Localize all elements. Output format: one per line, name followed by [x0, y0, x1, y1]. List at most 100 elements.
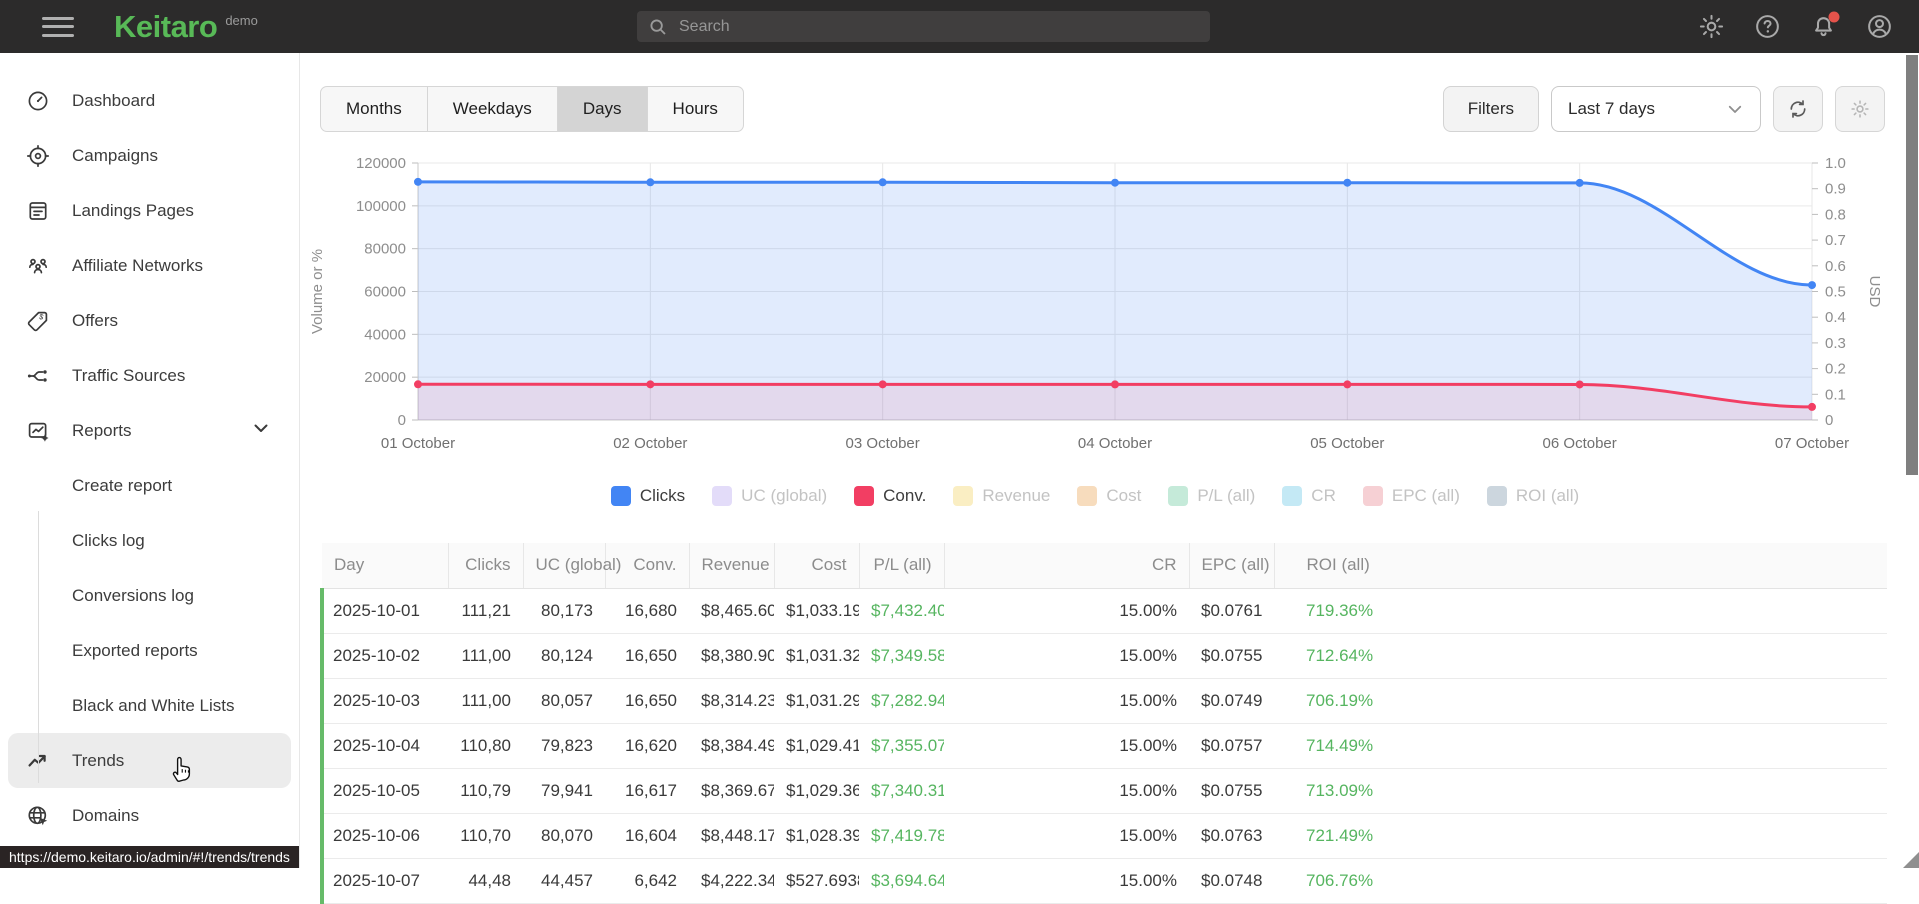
search-input[interactable] — [679, 17, 1200, 36]
cell-roi-all: 713.09% — [1274, 768, 1887, 814]
cell-revenue: $8,314.23 — [689, 678, 774, 724]
svg-text:20000: 20000 — [364, 369, 406, 386]
legend-item-roi-all[interactable]: ROI (all) — [1486, 486, 1580, 506]
notifications-icon[interactable] — [1810, 11, 1840, 40]
settings-icon[interactable] — [1698, 13, 1725, 40]
table-row[interactable]: 2025-10-05 110,79 79,941 16,617 $8,369.67 $1,… — [320, 768, 1887, 814]
date-range-value: Last 7 days — [1568, 99, 1655, 118]
sidebar-item-exported-reports[interactable]: Exported reports — [0, 623, 299, 678]
table-row[interactable]: 2025-10-04 110,80 79,823 16,620 $8,384.49 $1,… — [320, 723, 1887, 769]
legend-item-p-l-all[interactable]: P/L (all) — [1168, 486, 1255, 506]
help-icon[interactable] — [1754, 13, 1781, 40]
brand-logo[interactable]: Keitaro — [114, 9, 218, 45]
cell-epc-all: $0.0761 — [1189, 588, 1274, 634]
legend-label: Clicks — [639, 486, 686, 505]
legend-item-revenue[interactable]: Revenue — [953, 486, 1050, 506]
svg-text:80000: 80000 — [364, 241, 406, 258]
cell-revenue: $8,448.17 — [689, 813, 774, 859]
cell-roi-all: 719.36% — [1274, 588, 1887, 634]
legend-item-cr[interactable]: CR — [1282, 486, 1336, 506]
cell-conv: 6,642 — [605, 858, 689, 904]
column-header-cost[interactable]: Cost — [773, 543, 859, 589]
sidebar-item-clicks-log[interactable]: Clicks log — [0, 513, 299, 568]
sidebar-item-reports[interactable]: Reports — [0, 403, 299, 458]
sidebar-item-conversions-log[interactable]: Conversions log — [0, 568, 299, 623]
cell-cost: $1,033.1989 — [774, 588, 859, 634]
legend-swatch — [1362, 486, 1383, 506]
sidebar-item-domains[interactable]: Domains — [0, 788, 299, 843]
svg-text:60000: 60000 — [364, 284, 406, 301]
sidebar-item-label: Landings Pages — [72, 200, 194, 220]
menu-toggle-icon[interactable] — [42, 16, 74, 37]
table-row[interactable]: 2025-10-06 110,70 80,070 16,604 $8,448.17 $1,… — [320, 813, 1887, 859]
cell-p-l-all: $7,340.31 — [859, 768, 944, 814]
cell-day: 2025-10-02 — [320, 633, 448, 679]
column-header-epc-all[interactable]: EPC (all) — [1188, 543, 1274, 589]
column-header-day[interactable]: Day — [322, 543, 448, 589]
legend-item-epc-all[interactable]: EPC (all) — [1362, 486, 1460, 506]
svg-text:40000: 40000 — [364, 326, 406, 343]
gear-icon — [1851, 100, 1869, 118]
legend-swatch — [712, 486, 733, 506]
sidebar-item-label: Black and White Lists — [72, 695, 235, 715]
cell-conv: 16,680 — [605, 588, 689, 634]
sidebar-item-trends[interactable]: Trends — [8, 733, 291, 788]
sidebar-item-black-and-white-lists[interactable]: Black and White Lists — [0, 678, 299, 733]
column-header-clicks[interactable]: Clicks — [447, 543, 523, 589]
reports-submenu-indent-line — [38, 511, 39, 783]
column-header-uc-global[interactable]: UC (global) — [522, 543, 621, 589]
column-header-p-l-all[interactable]: P/L (all) — [858, 543, 944, 589]
statusbar-url: https://demo.keitaro.io/admin/#!/trends/… — [9, 849, 290, 865]
sidebar-item-affiliate-networks[interactable]: Affiliate Networks — [0, 238, 299, 293]
vertical-scrollbar[interactable] — [1906, 55, 1918, 475]
cell-p-l-all: $7,355.07 — [859, 723, 944, 769]
cell-epc-all: $0.0748 — [1189, 858, 1274, 904]
pages-icon — [29, 201, 47, 220]
main-content: Months Weekdays Days Hours Filters Last 7 d… — [300, 53, 1919, 904]
cell-roi-all: 714.49% — [1274, 723, 1887, 769]
sidebar-item-campaigns[interactable]: Campaigns — [0, 128, 299, 183]
sidebar-item-label: Campaigns — [72, 145, 158, 165]
table-row[interactable]: 2025-10-02 111,00 80,124 16,650 $8,380.90 $1,… — [320, 633, 1887, 679]
cell-clicks: 110,70 — [448, 813, 523, 859]
cell-conv: 16,620 — [605, 723, 689, 769]
notification-dot — [1828, 11, 1840, 23]
legend-label: EPC (all) — [1391, 486, 1460, 505]
svg-text:0: 0 — [1825, 412, 1833, 429]
svg-text:1.0: 1.0 — [1825, 155, 1846, 172]
sidebar-item-dashboard[interactable]: Dashboard — [0, 73, 299, 128]
table-row[interactable]: 2025-10-03 111,00 80,057 16,650 $8,314.23 $1,… — [320, 678, 1887, 724]
legend-item-conv[interactable]: Conv. — [854, 486, 926, 506]
column-header-cr[interactable]: CR — [943, 543, 1189, 589]
sidebar-item-label: Reports — [72, 420, 132, 440]
cell-epc-all: $0.0749 — [1189, 678, 1274, 724]
sidebar-item-landings-pages[interactable]: Landings Pages — [0, 183, 299, 238]
column-header-roi-all[interactable]: ROI (all) — [1273, 543, 1887, 589]
legend-label: Cost — [1106, 486, 1142, 505]
legend-item-uc-global[interactable]: UC (global) — [712, 486, 827, 506]
sidebar-item-create-report[interactable]: Create report — [0, 458, 299, 513]
legend-label: UC (global) — [741, 486, 828, 505]
sidebar-item-label: Domains — [72, 805, 140, 825]
sidebar: Dashboard Campaigns Landings Pages Affiliat… — [0, 53, 300, 868]
legend-label: Conv. — [883, 486, 927, 505]
account-icon[interactable] — [1866, 13, 1893, 40]
sidebar-item-traffic-sources[interactable]: Traffic Sources — [0, 348, 299, 403]
sidebar-item-label: Offers — [72, 310, 118, 330]
table-row[interactable]: 2025-10-01 111,21 80,173 16,680 $8,465.60 $1,… — [320, 588, 1887, 634]
sidebar-item-label: Trends — [72, 750, 125, 770]
legend-label: ROI (all) — [1515, 486, 1580, 505]
topbar: Keitaro demo — [0, 0, 1919, 53]
sidebar-item-label: Clicks log — [72, 530, 145, 550]
cell-cr: 15.00% — [944, 858, 1189, 904]
legend-item-clicks[interactable]: Clicks — [610, 486, 686, 506]
legend-item-cost[interactable]: Cost — [1077, 486, 1141, 506]
table-row[interactable]: 2025-10-07 44,48 44,457 6,642 $4,222.34 $527.… — [320, 858, 1887, 904]
cell-cost: $527.6938 — [774, 858, 859, 904]
cell-revenue: $8,369.67 — [689, 768, 774, 814]
svg-text:0.2: 0.2 — [1825, 361, 1846, 378]
trends-chart[interactable]: 120000 100000 80000 60000 40000 20000 0 1.0 0.9 0… — [300, 125, 1890, 480]
column-header-revenue[interactable]: Revenue — [688, 543, 774, 589]
global-search[interactable] — [637, 11, 1210, 42]
sidebar-item-offers[interactable]: $ Offers — [0, 293, 299, 348]
